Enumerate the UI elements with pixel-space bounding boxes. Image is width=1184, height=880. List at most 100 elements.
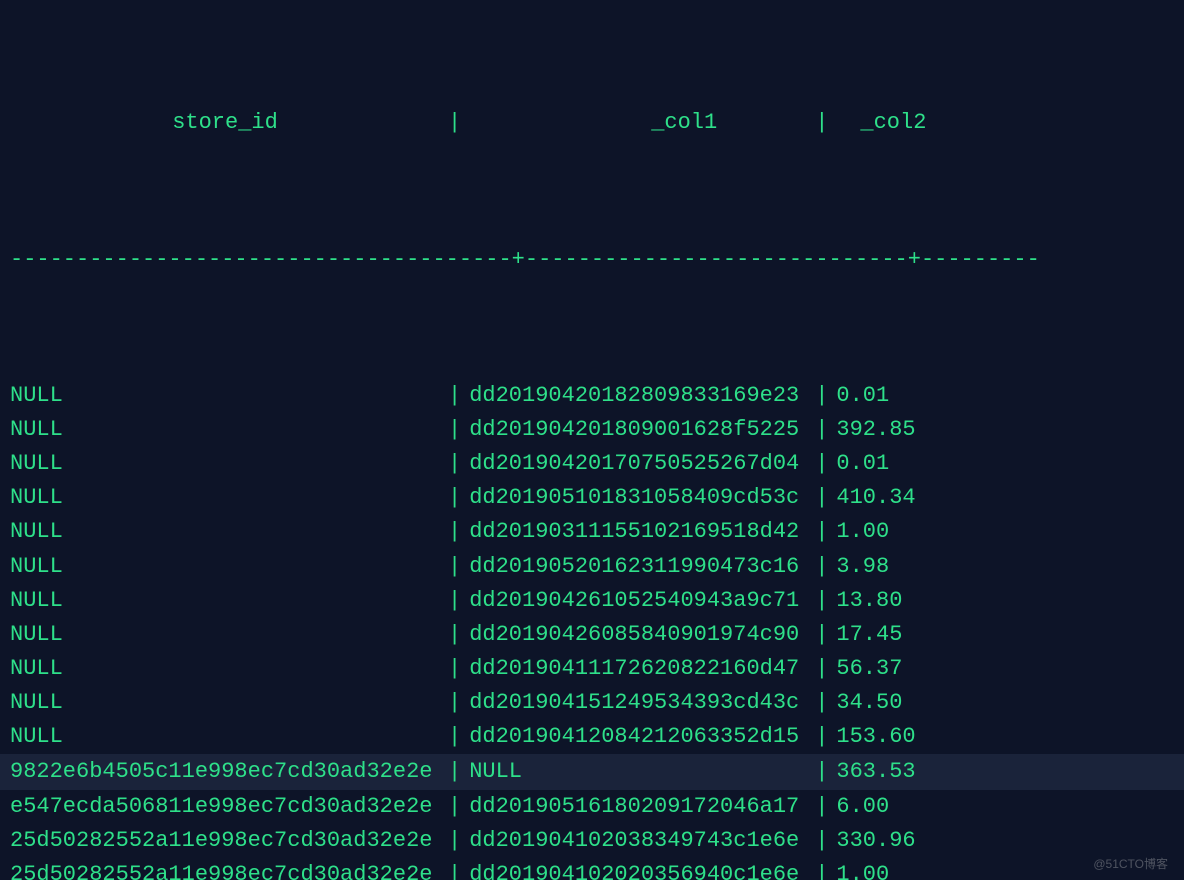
table-row: NULL|dd201905101831058409cd53c|410.34 — [10, 481, 1176, 515]
cell-col2: 153.60 — [836, 720, 928, 754]
cell-col1: dd20190426085840901974c90 — [469, 618, 807, 652]
pipe-separator: | — [807, 515, 836, 549]
cell-store-id: NULL — [10, 652, 440, 686]
cell-store-id: NULL — [10, 550, 440, 584]
cell-col2: 3.98 — [836, 550, 928, 584]
table-row: 25d50282552a11e998ec7cd30ad32e2e|dd20190… — [10, 824, 1176, 858]
table-row: NULL|dd20190311155102169518d42|1.00 — [10, 515, 1176, 549]
pipe-separator: | — [807, 618, 836, 652]
pipe-separator: | — [807, 720, 836, 754]
table-row: NULL|dd20190411172620822160d47|56.37 — [10, 652, 1176, 686]
cell-store-id: 9822e6b4505c11e998ec7cd30ad32e2e — [10, 755, 440, 789]
cell-col1: dd20190412084212063352d15 — [469, 720, 807, 754]
table-row: e547ecda506811e998ec7cd30ad32e2e|dd20190… — [10, 790, 1176, 824]
col-header-store-id: store_id — [10, 106, 440, 140]
pipe-separator: | — [807, 858, 836, 880]
pipe-separator: | — [440, 106, 469, 140]
table-row: NULL|dd20190420170750525267d04|0.01 — [10, 447, 1176, 481]
pipe-separator: | — [807, 652, 836, 686]
table-row: NULL|dd201904201809001628f5225|392.85 — [10, 413, 1176, 447]
cell-store-id: NULL — [10, 720, 440, 754]
cell-store-id: e547ecda506811e998ec7cd30ad32e2e — [10, 790, 440, 824]
watermark: @51CTO博客 — [1093, 855, 1168, 874]
pipe-separator: | — [807, 550, 836, 584]
pipe-separator: | — [807, 379, 836, 413]
col-header-col2: _col2 — [836, 106, 928, 140]
cell-store-id: NULL — [10, 413, 440, 447]
cell-store-id: 25d50282552a11e998ec7cd30ad32e2e — [10, 858, 440, 880]
table-row: NULL|dd201904151249534393cd43c|34.50 — [10, 686, 1176, 720]
table-row: NULL|dd201904261052540943a9c71|13.80 — [10, 584, 1176, 618]
pipe-separator: | — [807, 106, 836, 140]
cell-col1: dd20190516180209172046a17 — [469, 790, 807, 824]
cell-col1: dd20190520162311990473c16 — [469, 550, 807, 584]
pipe-separator: | — [440, 413, 469, 447]
pipe-separator: | — [440, 515, 469, 549]
table-row: NULL|dd20190520162311990473c16|3.98 — [10, 550, 1176, 584]
cell-col2: 392.85 — [836, 413, 928, 447]
table-row: NULL|dd20190412084212063352d15|153.60 — [10, 720, 1176, 754]
pipe-separator: | — [807, 584, 836, 618]
pipe-separator: | — [440, 447, 469, 481]
cell-col1: dd20190420170750525267d04 — [469, 447, 807, 481]
cell-col1: dd201904102020356940c1e6e — [469, 858, 807, 880]
pipe-separator: | — [807, 447, 836, 481]
col-header-col1: _col1 — [469, 106, 807, 140]
table-header-row: store_id | _col1 | _col2 — [10, 106, 1176, 140]
cell-col2: 410.34 — [836, 481, 928, 515]
pipe-separator: | — [807, 481, 836, 515]
pipe-separator: | — [807, 755, 836, 789]
table-body: NULL|dd20190420182809833169e23|0.01NULL|… — [10, 379, 1176, 880]
cell-store-id: 25d50282552a11e998ec7cd30ad32e2e — [10, 824, 440, 858]
cell-store-id: NULL — [10, 618, 440, 652]
cell-col1: dd201904261052540943a9c71 — [469, 584, 807, 618]
cell-col2: 1.00 — [836, 515, 928, 549]
table-row: 9822e6b4505c11e998ec7cd30ad32e2e|NULL|36… — [0, 754, 1184, 790]
cell-col2: 17.45 — [836, 618, 928, 652]
pipe-separator: | — [440, 618, 469, 652]
cell-col1: dd201904201809001628f5225 — [469, 413, 807, 447]
header-rule: --------------------------------------+-… — [10, 243, 1176, 277]
pipe-separator: | — [807, 790, 836, 824]
cell-col1: dd20190420182809833169e23 — [469, 379, 807, 413]
cell-col1: dd201904151249534393cd43c — [469, 686, 807, 720]
query-result-table: store_id | _col1 | _col2 ---------------… — [0, 0, 1184, 880]
cell-col1: NULL — [469, 755, 807, 789]
table-row: NULL|dd20190426085840901974c90|17.45 — [10, 618, 1176, 652]
pipe-separator: | — [440, 379, 469, 413]
pipe-separator: | — [440, 584, 469, 618]
cell-store-id: NULL — [10, 447, 440, 481]
cell-col2: 56.37 — [836, 652, 928, 686]
pipe-separator: | — [440, 720, 469, 754]
cell-col2: 0.01 — [836, 447, 928, 481]
cell-col1: dd201904102038349743c1e6e — [469, 824, 807, 858]
cell-col2: 330.96 — [836, 824, 928, 858]
table-row: NULL|dd20190420182809833169e23|0.01 — [10, 379, 1176, 413]
pipe-separator: | — [440, 824, 469, 858]
pipe-separator: | — [807, 413, 836, 447]
cell-store-id: NULL — [10, 686, 440, 720]
pipe-separator: | — [440, 481, 469, 515]
cell-col2: 34.50 — [836, 686, 928, 720]
pipe-separator: | — [440, 755, 469, 789]
pipe-separator: | — [440, 652, 469, 686]
table-row: 25d50282552a11e998ec7cd30ad32e2e|dd20190… — [10, 858, 1176, 880]
cell-col1: dd201905101831058409cd53c — [469, 481, 807, 515]
cell-col1: dd20190411172620822160d47 — [469, 652, 807, 686]
cell-col2: 0.01 — [836, 379, 928, 413]
cell-store-id: NULL — [10, 481, 440, 515]
cell-col2: 13.80 — [836, 584, 928, 618]
pipe-separator: | — [440, 550, 469, 584]
cell-col2: 1.00 — [836, 858, 928, 880]
cell-store-id: NULL — [10, 584, 440, 618]
cell-store-id: NULL — [10, 515, 440, 549]
pipe-separator: | — [440, 858, 469, 880]
cell-col1: dd20190311155102169518d42 — [469, 515, 807, 549]
pipe-separator: | — [807, 824, 836, 858]
cell-col2: 363.53 — [836, 755, 928, 789]
cell-col2: 6.00 — [836, 790, 928, 824]
pipe-separator: | — [440, 686, 469, 720]
pipe-separator: | — [440, 790, 469, 824]
cell-store-id: NULL — [10, 379, 440, 413]
pipe-separator: | — [807, 686, 836, 720]
